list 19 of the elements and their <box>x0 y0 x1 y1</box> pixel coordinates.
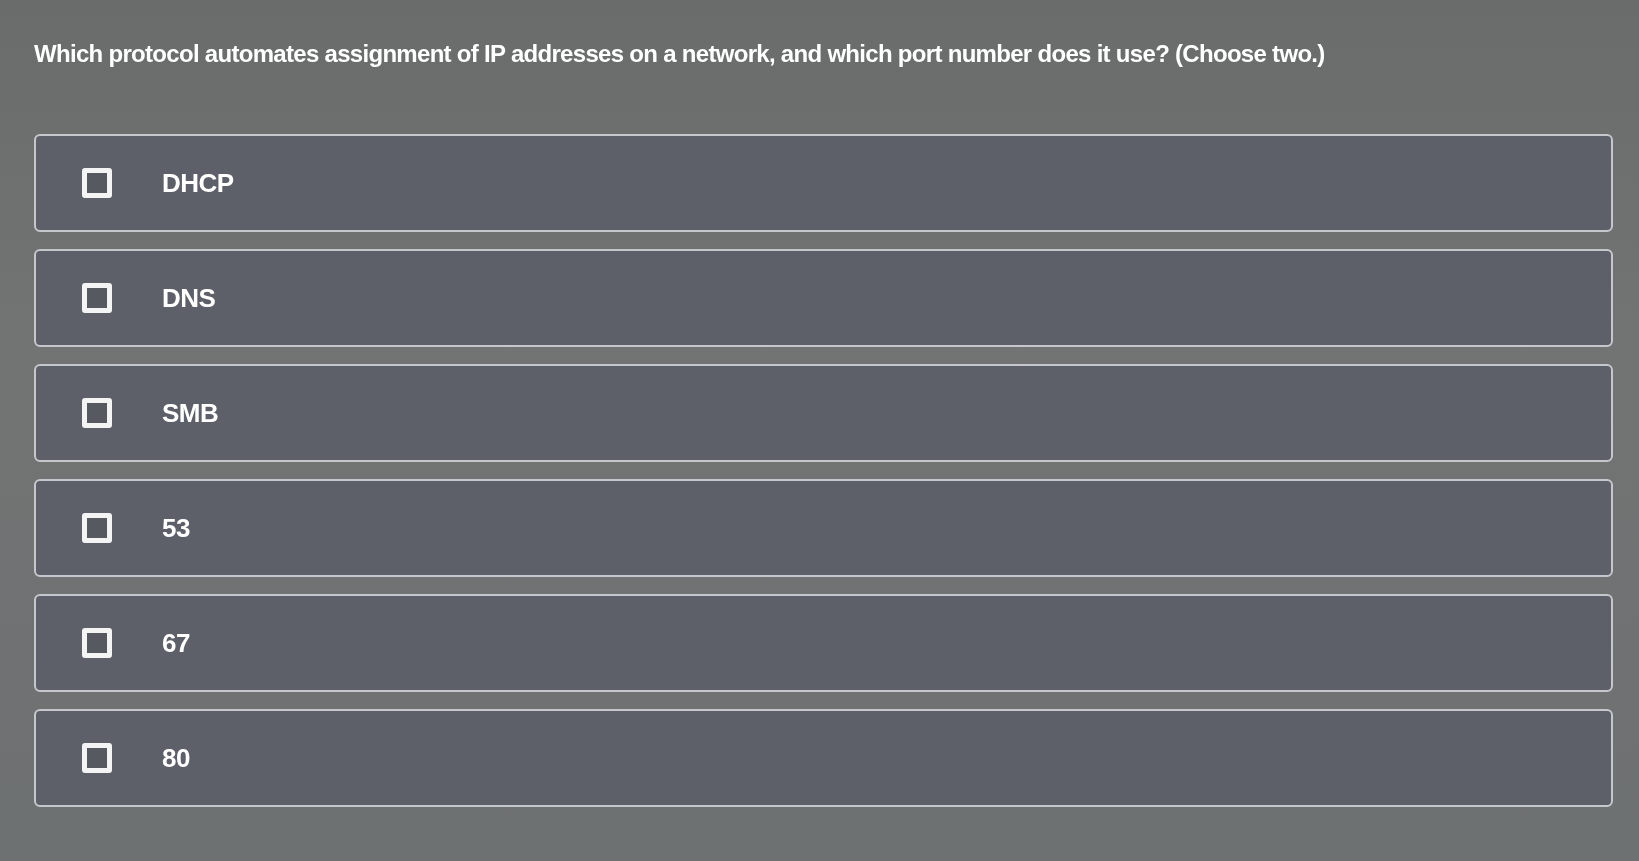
answer-option[interactable]: DHCP <box>34 134 1613 232</box>
option-label: 80 <box>162 742 190 774</box>
checkbox[interactable] <box>82 628 112 658</box>
checkbox[interactable] <box>82 743 112 773</box>
answer-option[interactable]: 80 <box>34 709 1613 807</box>
option-label: 67 <box>162 627 190 659</box>
answer-option[interactable]: DNS <box>34 249 1613 347</box>
answer-option[interactable]: 53 <box>34 479 1613 577</box>
checkbox[interactable] <box>82 168 112 198</box>
question-text: Which protocol automates assignment of IP addresses on a network, and which port number does it use? (Choose two.) <box>34 39 1325 69</box>
option-label: SMB <box>162 397 219 429</box>
answer-option[interactable]: 67 <box>34 594 1613 692</box>
option-label: DHCP <box>162 167 234 199</box>
option-label: DNS <box>162 282 216 314</box>
checkbox[interactable] <box>82 398 112 428</box>
checkbox[interactable] <box>82 513 112 543</box>
option-label: 53 <box>162 512 190 544</box>
answer-option[interactable]: SMB <box>34 364 1613 462</box>
checkbox[interactable] <box>82 283 112 313</box>
